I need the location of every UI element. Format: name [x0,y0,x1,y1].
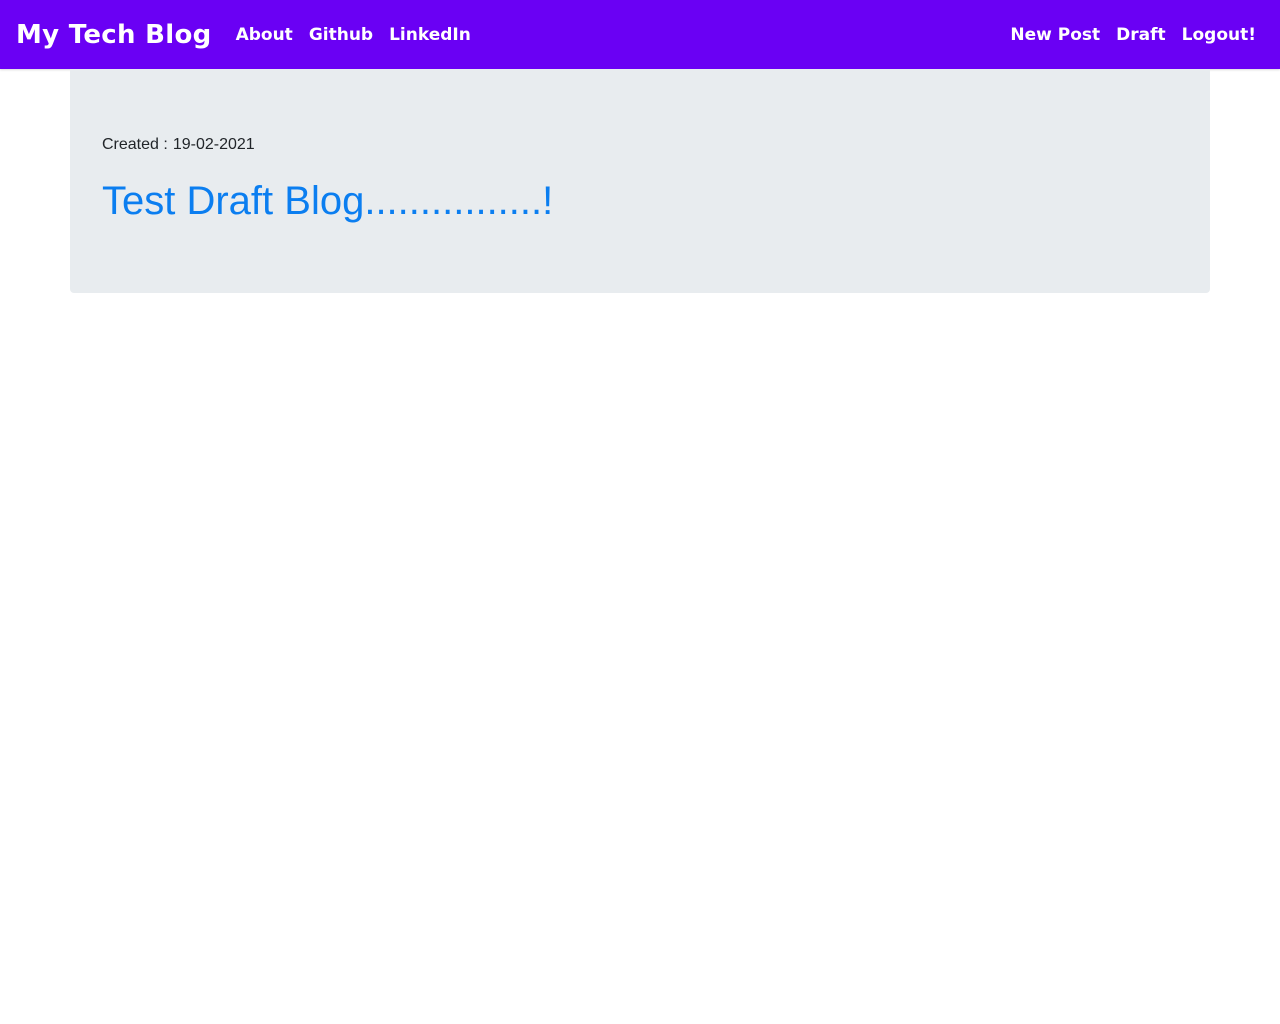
navbar-right: New Post Draft Logout! [1010,25,1264,45]
draft-post-card: Created : 19-02-2021 Test Draft Blog....… [70,69,1210,293]
nav-link-draft[interactable]: Draft [1116,25,1166,45]
navbar-left: My Tech Blog About Github LinkedIn [16,20,487,50]
brand-link[interactable]: My Tech Blog [16,20,212,50]
created-label: Created : [102,136,168,153]
nav-link-linkedin[interactable]: LinkedIn [389,25,471,45]
created-date-value: 19-02-2021 [172,136,255,153]
top-navbar: My Tech Blog About Github LinkedIn New P… [0,0,1280,69]
nav-link-logout[interactable]: Logout! [1182,25,1256,45]
post-created-date: Created : 19-02-2021 [102,135,1178,155]
nav-link-github[interactable]: Github [309,25,373,45]
post-title-link[interactable]: Test Draft Blog................! [102,177,553,225]
nav-link-new-post[interactable]: New Post [1010,25,1100,45]
nav-link-about[interactable]: About [236,25,293,45]
